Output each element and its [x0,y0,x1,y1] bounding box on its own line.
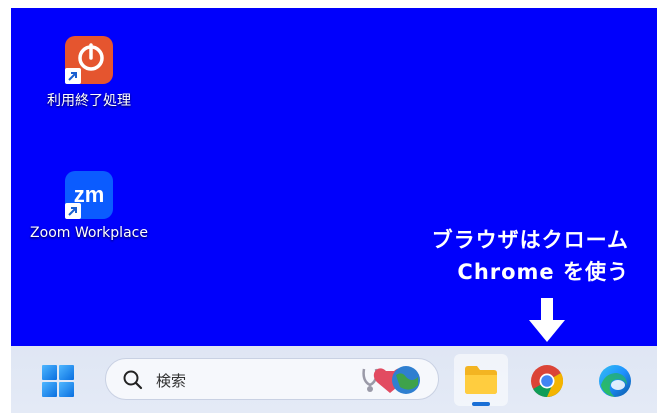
power-shutdown-icon [65,36,113,84]
taskbar-app-file-explorer[interactable] [454,354,508,406]
desktop-icon-zoom[interactable]: zm Zoom Workplace [14,171,164,241]
desktop-icon-label: Zoom Workplace [30,225,148,241]
windows-start-icon[interactable] [41,364,75,398]
desktop-icon-logout[interactable]: 利用終了処理 [14,36,164,110]
desktop: 利用終了処理 zm Zoom Workplace ブラウザはクローム Chrom… [11,8,657,346]
taskbar-app-edge[interactable] [588,354,642,406]
search-highlight-icon [356,363,430,401]
search-icon [122,369,144,395]
folder-icon [465,366,497,394]
zoom-workplace-icon: zm [65,171,113,219]
search-input[interactable]: 検索 [105,358,439,400]
chrome-icon [531,365,564,398]
shortcut-arrow-icon [65,68,81,84]
arrow-down-icon [528,298,566,348]
annotation-line-1: ブラウザはクローム [431,228,629,252]
running-indicator [472,402,490,406]
desktop-icon-label: 利用終了処理 [47,93,131,109]
search-placeholder: 検索 [156,372,187,390]
annotation-line-2: Chrome を使う [457,260,629,284]
taskbar-app-chrome[interactable] [520,354,574,406]
edge-icon [599,365,631,397]
shortcut-arrow-icon [65,203,81,219]
taskbar: 検索 [11,346,657,413]
annotation-text: ブラウザはクローム Chrome を使う [432,224,629,288]
